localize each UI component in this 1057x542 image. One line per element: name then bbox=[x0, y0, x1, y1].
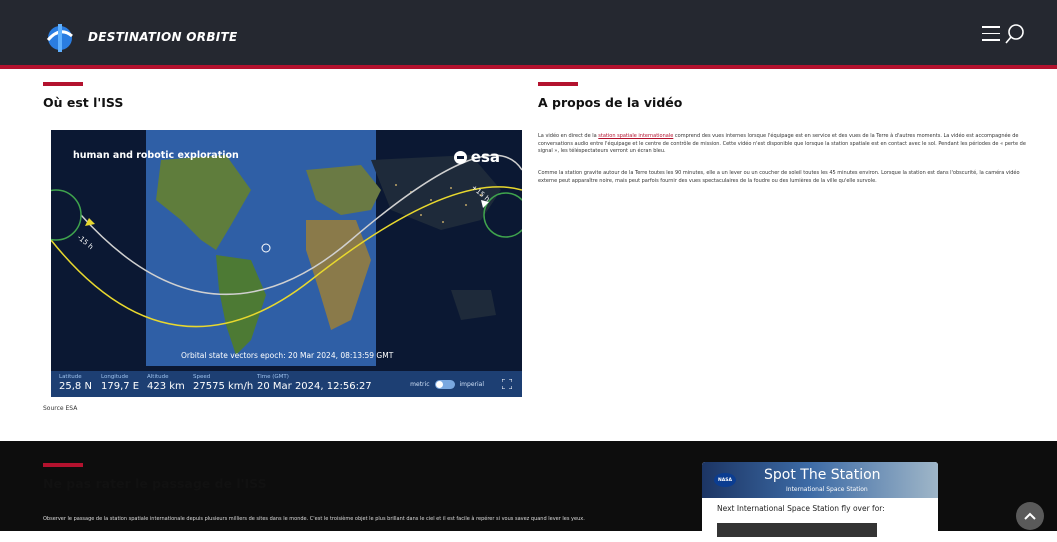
stat-label: Longitude bbox=[101, 374, 129, 380]
tracker-banner: human and robotic exploration bbox=[73, 150, 239, 161]
site-logo[interactable]: DESTINATION ORBITE bbox=[40, 20, 238, 54]
site-header: DESTINATION ORBITE bbox=[0, 0, 1057, 69]
orbit-epoch: Orbital state vectors epoch: 20 Mar 2024… bbox=[181, 351, 394, 360]
stat-value: 27575 km/h bbox=[193, 381, 254, 392]
stat-label: Time (GMT) bbox=[257, 374, 289, 380]
accent-bar bbox=[43, 82, 83, 86]
stat-latitude: Latitude 25,8 N bbox=[59, 374, 92, 392]
unit-switch[interactable]: metric imperial bbox=[410, 380, 484, 389]
logo-icon bbox=[46, 24, 73, 52]
stat-altitude: Altitude 423 km bbox=[147, 374, 185, 392]
nasa-logo: NASA bbox=[714, 473, 736, 487]
stat-value: 20 Mar 2024, 12:56:27 bbox=[257, 381, 372, 392]
hamburger-icon[interactable] bbox=[982, 26, 1000, 42]
widget-header: NASA Spot The Station International Spac… bbox=[702, 462, 938, 498]
about-paragraph-1: La vidéo en direct de la station spatial… bbox=[538, 133, 1028, 156]
about-section-title: A propos de la vidéo bbox=[538, 95, 683, 110]
stat-longitude: Longitude 179,7 E bbox=[101, 374, 139, 392]
tracker-stats-bar: Latitude 25,8 N Longitude 179,7 E Altitu… bbox=[51, 371, 522, 397]
widget-location-select[interactable] bbox=[717, 523, 877, 537]
spot-the-station-widget[interactable]: NASA Spot The Station International Spac… bbox=[702, 462, 938, 542]
scroll-to-top-button[interactable] bbox=[1016, 502, 1044, 530]
widget-next-flyover: Next International Space Station fly ove… bbox=[717, 504, 885, 513]
brand-name: DESTINATION ORBITE bbox=[88, 30, 238, 44]
accent-bar bbox=[43, 463, 83, 467]
widget-subtitle: International Space Station bbox=[786, 486, 868, 493]
pass-section-text: Observer le passage de la station spatia… bbox=[43, 516, 585, 522]
stat-speed: Speed 27575 km/h bbox=[193, 374, 253, 392]
fullscreen-icon[interactable] bbox=[502, 379, 512, 389]
esa-logo-icon bbox=[453, 150, 467, 164]
stat-value: 179,7 E bbox=[101, 381, 140, 392]
stat-value: 25,8 N bbox=[59, 381, 92, 392]
about-paragraph-2: Comme la station gravite autour de la Te… bbox=[538, 170, 1020, 184]
esa-logo: esa bbox=[453, 148, 500, 166]
search-icon[interactable] bbox=[1004, 23, 1026, 45]
chevron-up-icon bbox=[1024, 512, 1036, 520]
stat-label: Speed bbox=[193, 374, 211, 380]
stat-value: 423 km bbox=[147, 381, 185, 392]
stat-time: Time (GMT) 20 Mar 2024, 12:56:27 bbox=[257, 374, 372, 392]
widget-title: Spot The Station bbox=[764, 467, 881, 483]
pass-section-title: Ne pas rater le passage de l'ISS bbox=[43, 476, 267, 491]
unit-metric-label[interactable]: metric bbox=[410, 381, 429, 388]
about-text: La vidéo en direct de la bbox=[538, 133, 599, 139]
iss-section-title: Où est l'ISS bbox=[43, 95, 124, 110]
stat-label: Altitude bbox=[147, 374, 169, 380]
esa-logo-text: esa bbox=[470, 148, 500, 166]
iss-tracker[interactable]: -15 h +15 h human and robotic exploratio… bbox=[51, 130, 522, 397]
unit-toggle[interactable] bbox=[434, 380, 455, 389]
iss-link[interactable]: station spatiale internationale bbox=[598, 133, 673, 139]
unit-imperial-label[interactable]: imperial bbox=[460, 381, 485, 388]
accent-bar bbox=[538, 82, 578, 86]
stat-label: Latitude bbox=[59, 374, 82, 380]
tracker-source: Source ESA bbox=[43, 405, 78, 412]
